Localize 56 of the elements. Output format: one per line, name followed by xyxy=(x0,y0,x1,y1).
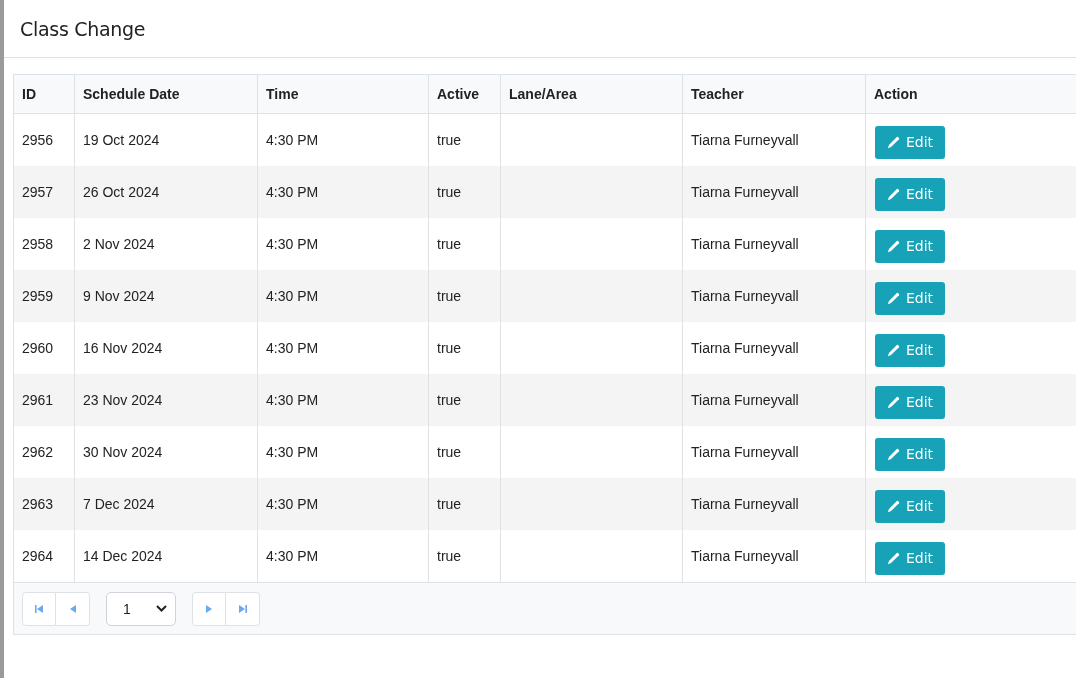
table-cell: 7 Dec 2024 xyxy=(75,478,258,530)
pencil-icon xyxy=(887,343,900,357)
table-cell: Tiarna Furneyvall xyxy=(683,478,866,530)
dialog-title: Class Change xyxy=(20,17,146,40)
edit-button[interactable]: Edit xyxy=(875,333,946,367)
column-header: Action xyxy=(866,75,1076,113)
pencil-icon xyxy=(887,499,900,513)
edit-button[interactable]: Edit xyxy=(875,385,946,419)
column-header: Time xyxy=(258,75,429,113)
edit-button[interactable]: Edit xyxy=(875,229,946,263)
pencil-icon xyxy=(887,551,900,565)
table-cell: true xyxy=(429,478,501,530)
column-header: Lane/Area xyxy=(501,75,683,113)
edit-button[interactable]: Edit xyxy=(875,541,946,575)
table-cell: true xyxy=(429,374,501,426)
column-header: ID xyxy=(14,75,75,113)
pencil-icon xyxy=(887,291,900,305)
table-cell: 2957 xyxy=(14,166,75,218)
next-page-button[interactable] xyxy=(192,591,226,626)
edit-button[interactable]: Edit xyxy=(875,281,946,315)
pencil-icon xyxy=(887,239,900,253)
pencil-icon xyxy=(887,187,900,201)
table-cell: 23 Nov 2024 xyxy=(75,374,258,426)
column-header: Teacher xyxy=(683,75,866,113)
edit-button[interactable]: Edit xyxy=(875,177,946,211)
skip-forward-icon xyxy=(238,604,247,613)
table-cell: Tiarna Furneyvall xyxy=(683,270,866,322)
triangle-left-icon xyxy=(68,604,77,613)
triangle-right-icon xyxy=(205,604,213,613)
table-cell: 4:30 PM xyxy=(258,270,429,322)
table-cell: 2963 xyxy=(14,478,75,530)
table-cell: true xyxy=(429,270,501,322)
table-cell: 26 Oct 2024 xyxy=(75,166,258,218)
pencil-icon xyxy=(887,395,900,409)
table-cell: true xyxy=(429,166,501,218)
chevron-down-icon xyxy=(156,605,167,612)
skip-back-icon xyxy=(35,604,43,613)
page-select[interactable]: 1 xyxy=(106,591,176,626)
first-page-button[interactable] xyxy=(22,591,56,626)
pencil-icon xyxy=(887,447,900,461)
table-cell: 9 Nov 2024 xyxy=(75,270,258,322)
pencil-icon xyxy=(887,135,900,149)
table-cell: Tiarna Furneyvall xyxy=(683,166,866,218)
table-cell: 4:30 PM xyxy=(258,166,429,218)
table-cell: 2961 xyxy=(14,374,75,426)
table-cell: 4:30 PM xyxy=(258,374,429,426)
table-cell: 2959 xyxy=(14,270,75,322)
edit-button[interactable]: Edit xyxy=(875,125,946,159)
edit-button[interactable]: Edit xyxy=(875,489,946,523)
column-header: Schedule Date xyxy=(75,75,258,113)
column-header: Active xyxy=(429,75,501,113)
last-page-button[interactable] xyxy=(226,591,260,626)
table-cell: 4:30 PM xyxy=(258,478,429,530)
edit-button[interactable]: Edit xyxy=(875,437,946,471)
previous-page-button[interactable] xyxy=(56,591,90,626)
table-cell: Tiarna Furneyvall xyxy=(683,374,866,426)
